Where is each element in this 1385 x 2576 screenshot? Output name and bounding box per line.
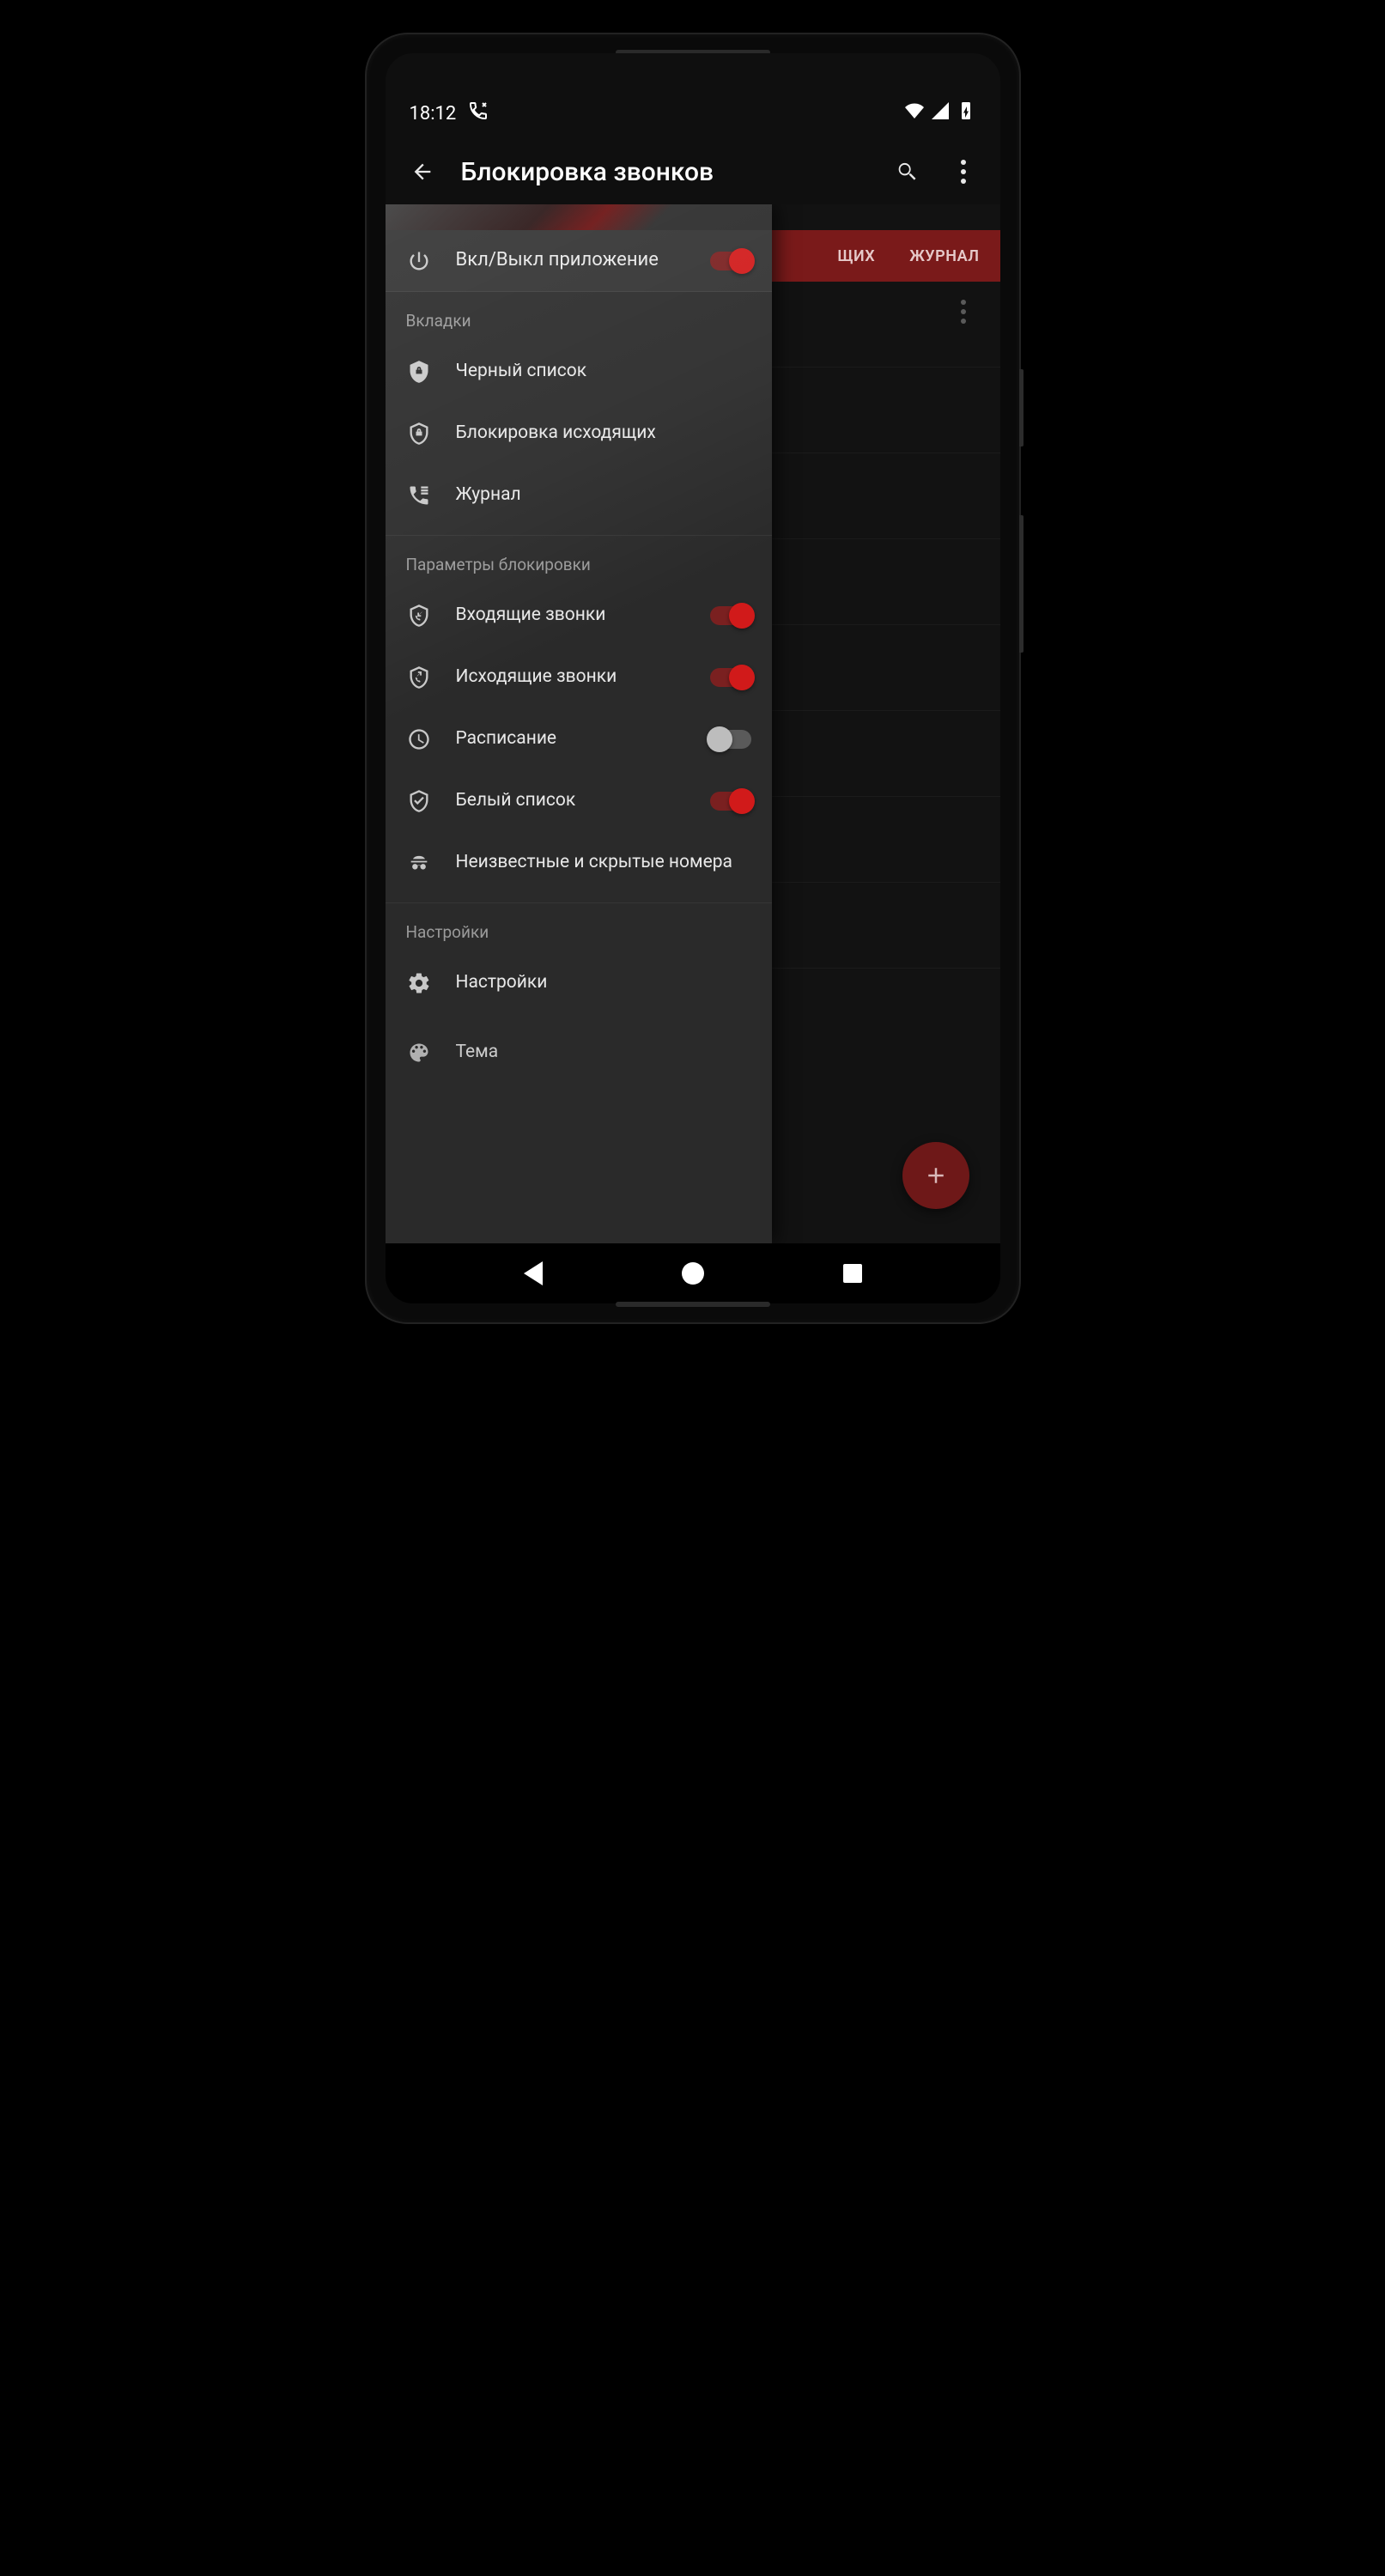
clock-icon bbox=[406, 726, 432, 752]
home-circle-icon bbox=[682, 1262, 704, 1285]
overflow-menu-button[interactable] bbox=[945, 154, 981, 190]
shield-lock-icon bbox=[406, 359, 432, 385]
search-icon bbox=[895, 160, 919, 184]
tab-log[interactable]: ЖУРНАЛ bbox=[909, 247, 979, 265]
navigation-drawer: Вкл/Выкл приложение Вкладки Черный списо… bbox=[386, 204, 772, 1243]
whitelist-switch[interactable] bbox=[710, 792, 751, 811]
nav-home-button[interactable] bbox=[682, 1262, 704, 1285]
recent-square-icon bbox=[843, 1264, 862, 1283]
signal-icon bbox=[930, 100, 951, 126]
shield-phone-in-icon bbox=[406, 603, 432, 629]
drawer-item-outgoing[interactable]: Исходящие звонки bbox=[386, 647, 772, 708]
log-label: Журнал bbox=[456, 483, 751, 507]
status-bar: 18:12 bbox=[386, 88, 1000, 139]
app-enabled-switch[interactable] bbox=[710, 252, 751, 270]
item-menu-button[interactable] bbox=[945, 294, 981, 330]
system-nav-bar bbox=[386, 1243, 1000, 1303]
palette-icon bbox=[406, 1040, 432, 1066]
phone-list-icon bbox=[406, 483, 432, 508]
drawer-item-whitelist[interactable]: Белый список bbox=[386, 770, 772, 832]
schedule-label: Расписание bbox=[456, 727, 686, 750]
drawer-section-params: Параметры блокировки Входящие звонки Исх… bbox=[386, 536, 772, 903]
status-time: 18:12 bbox=[410, 103, 457, 125]
more-vert-icon bbox=[961, 160, 966, 184]
whitelist-label: Белый список bbox=[456, 789, 686, 812]
theme-label: Тема bbox=[456, 1041, 751, 1064]
section-header-params: Параметры блокировки bbox=[386, 536, 772, 585]
plus-icon bbox=[923, 1163, 949, 1188]
settings-label: Настройки bbox=[456, 971, 751, 994]
drawer-item-outgoing-block[interactable]: Блокировка исходящих bbox=[386, 403, 772, 465]
blacklist-label: Черный список bbox=[456, 360, 751, 383]
app-bar: Блокировка звонков bbox=[386, 139, 1000, 204]
drawer-item-schedule[interactable]: Расписание bbox=[386, 708, 772, 770]
outgoing-block-label: Блокировка исходящих bbox=[456, 422, 751, 445]
tab-partial[interactable]: ЩИХ bbox=[837, 247, 875, 265]
back-button[interactable] bbox=[404, 154, 440, 190]
incognito-icon bbox=[406, 850, 432, 876]
drawer-banner bbox=[386, 204, 772, 230]
section-header-tabs: Вкладки bbox=[386, 292, 772, 341]
drawer-section-settings: Настройки Настройки Тема bbox=[386, 903, 772, 1084]
shield-check-icon bbox=[406, 788, 432, 814]
back-triangle-icon bbox=[524, 1261, 543, 1285]
wifi-icon bbox=[904, 100, 925, 126]
incoming-label: Входящие звонки bbox=[456, 604, 686, 627]
phone-frame: 18:12 Блокировка з bbox=[367, 34, 1019, 1322]
drawer-item-blacklist[interactable]: Черный список bbox=[386, 341, 772, 403]
drawer-item-log[interactable]: Журнал bbox=[386, 465, 772, 526]
page-title: Блокировка звонков bbox=[461, 157, 868, 187]
power-button bbox=[1019, 369, 1024, 447]
content-area: ЩИХ ЖУРНАЛ bbox=[386, 204, 1000, 1243]
drawer-item-unknown[interactable]: Неизвестные и скрытые номера bbox=[386, 832, 772, 894]
section-header-settings: Настройки bbox=[386, 903, 772, 952]
shield-lock-outline-icon bbox=[406, 421, 432, 447]
phone-off-icon bbox=[468, 100, 489, 126]
battery-charging-icon bbox=[956, 100, 976, 126]
nav-back-button[interactable] bbox=[524, 1261, 543, 1285]
power-icon bbox=[406, 248, 432, 274]
speaker-bottom bbox=[616, 1302, 770, 1307]
drawer-toggle-app[interactable]: Вкл/Выкл приложение bbox=[386, 230, 772, 292]
drawer-item-incoming[interactable]: Входящие звонки bbox=[386, 585, 772, 647]
schedule-switch[interactable] bbox=[710, 730, 751, 749]
more-vert-icon bbox=[961, 300, 966, 324]
volume-button bbox=[1019, 515, 1024, 653]
drawer-item-settings[interactable]: Настройки bbox=[386, 952, 772, 1014]
shield-phone-out-icon bbox=[406, 665, 432, 690]
search-button[interactable] bbox=[889, 154, 925, 190]
nav-recent-button[interactable] bbox=[843, 1264, 862, 1283]
unknown-label: Неизвестные и скрытые номера bbox=[456, 851, 751, 874]
fab-add-button[interactable] bbox=[902, 1142, 969, 1209]
outgoing-switch[interactable] bbox=[710, 668, 751, 687]
outgoing-label: Исходящие звонки bbox=[456, 665, 686, 689]
drawer-toggle-label: Вкл/Выкл приложение bbox=[456, 248, 686, 273]
gear-icon bbox=[406, 970, 432, 996]
drawer-section-tabs: Вкладки Черный список Блокировка исходящ… bbox=[386, 292, 772, 536]
incoming-switch[interactable] bbox=[710, 606, 751, 625]
drawer-item-theme[interactable]: Тема bbox=[386, 1014, 772, 1076]
screen: 18:12 Блокировка з bbox=[386, 53, 1000, 1303]
